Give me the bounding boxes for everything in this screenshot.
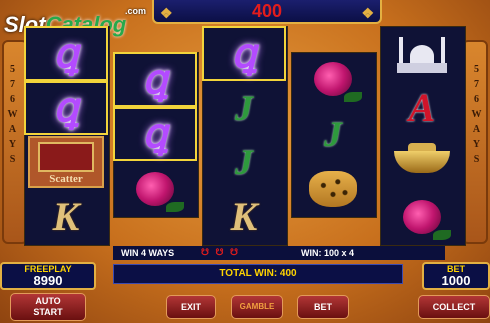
ornament-icon: ❖ [361,5,374,21]
freeplay-value: 8990 [33,273,63,288]
symbol-s-icon: ꝗ [142,56,168,102]
bet-panel: BET 1000 [422,262,490,290]
win-detail-text: WIN: 100 x 4 [301,248,355,258]
ways-char: S [473,154,481,165]
top-win-display: ❖ 400 ❖ [152,0,382,24]
top-win-value: 400 [251,1,283,21]
symbol-j-icon: J [235,142,253,183]
ways-char: Y [8,139,18,150]
rose-icon [403,199,451,240]
rose-icon [136,171,184,212]
reel-1-cell-1: ꝗ [24,26,108,81]
bet-button[interactable]: BET [297,295,349,319]
boat-icon [394,143,450,174]
win-info-bar: WIN 4 WAYS ☋ ☋ ☋ WIN: 100 x 4 [113,246,445,260]
ways-char: 7 [474,79,480,90]
scatter-label: Scatter [49,173,83,186]
ways-label-left: 5 7 6 W A Y S [2,62,24,167]
palace-icon [395,33,449,74]
auto-start-line1: AUTO [35,296,61,306]
leopard-icon [309,170,357,207]
reel-2-cell-3 [113,161,197,216]
reel-2-cell-2: ꝗ [113,106,197,162]
reel-5-cell-2: A [380,81,464,136]
auto-start-line2: START [33,307,63,317]
ways-char: A [472,124,482,135]
reel-5-cell-4 [380,190,464,245]
ways-char: 6 [474,94,480,105]
symbol-j-icon: J [235,87,253,128]
ways-char: A [8,124,18,135]
ways-char: W [471,109,483,120]
reel-5-cell-1 [380,26,464,81]
reel-4-cell-2: J [291,107,375,162]
ways-char: W [7,109,19,120]
reel-1-cell-3: Scatter [24,135,108,190]
reel-1-cell-4: K [24,190,108,245]
symbol-s-icon: ꝗ [53,85,79,131]
symbol-k-icon: K [52,194,80,240]
ways-char: 7 [10,79,16,90]
reel-4-cell-3 [291,161,375,216]
reel-3-cell-3: J [202,135,286,190]
symbol-s-icon: ꝗ [142,111,168,157]
reel-3-cell-1: ꝗ [202,26,286,81]
symbol-s-icon: ꝗ [231,30,257,76]
reel-5-cell-3 [380,135,464,190]
bet-value: 1000 [441,273,471,288]
scatter-symbol: Scatter [28,136,104,189]
reel-1-cell-2: ꝗ [24,80,108,135]
ways-char: 6 [10,94,16,105]
symbol-j-icon: J [324,113,342,154]
symbol-k-icon: K [230,194,258,240]
ways-char: 5 [474,64,480,75]
symbol-s-icon: ꝗ [53,30,79,76]
symbol-a-icon: A [408,85,436,131]
rose-icon [314,62,362,103]
freeplay-panel: FREEPLAY 8990 [0,262,96,290]
total-win-display: TOTAL WIN: 400 [113,264,403,284]
ways-char: Y [472,139,482,150]
auto-start-button[interactable]: AUTO START [10,293,86,321]
carpet-icon [38,142,94,173]
ways-char: 5 [10,64,16,75]
exit-button[interactable]: EXIT [166,295,216,319]
ways-icons: ☋ ☋ ☋ [201,247,240,257]
ornament-icon: ❖ [160,5,173,21]
logo-com: .com [125,6,147,16]
reel-2-cell-1: ꝗ [113,52,197,107]
reel-3-cell-4: K [202,190,286,245]
ways-char: S [9,154,17,165]
gamble-button[interactable]: GAMBLE [231,295,283,319]
reel-3-cell-2: J [202,81,286,136]
collect-button[interactable]: COLLECT [418,295,490,319]
ways-won-text: WIN 4 WAYS [121,248,175,258]
ways-label-right: 5 7 6 W A Y S [466,62,488,167]
reel-4-cell-1 [291,52,375,107]
